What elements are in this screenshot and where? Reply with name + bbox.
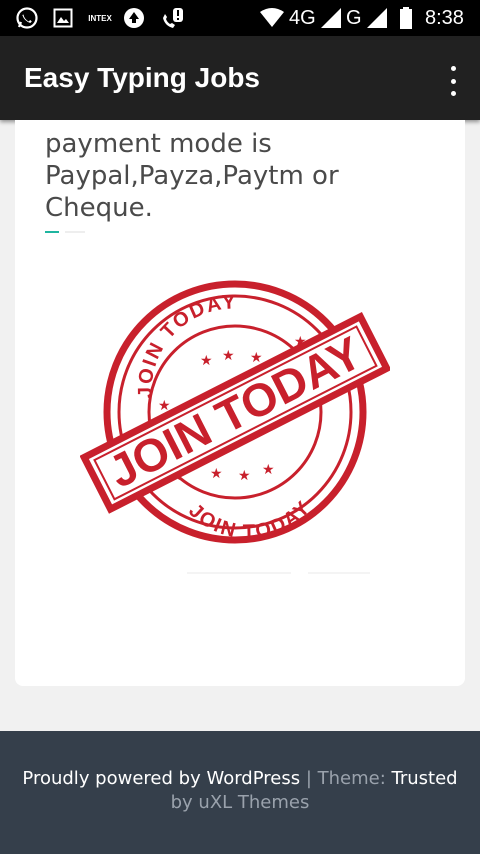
theme-link[interactable]: Trusted [391,768,457,789]
faint-line [187,572,291,574]
network-g-label: G [346,7,362,29]
footer-credits: Proudly powered by WordPress | Theme: Tr… [0,767,480,791]
gallery-icon [52,6,74,30]
upload-icon [122,6,146,30]
accent-divider [45,231,59,233]
post-paragraph: payment mode is Paypal,Payza,Paytm or Ch… [45,129,339,223]
theme-author[interactable]: by uXL Themes [0,791,480,815]
svg-text:★: ★ [238,468,251,484]
theme-label: Theme: [317,768,392,789]
stamp-center-text: JOIN TODAY [100,326,370,498]
svg-text:★: ★ [200,353,213,369]
signal-icon [320,6,342,30]
intex-icon: INTEX [88,13,112,23]
join-today-stamp: ★★★ ★★★ ★★ ★★ JOIN TODAY JOIN TODAY JOIN… [79,280,392,544]
whatsapp-icon [14,6,40,30]
faint-line-2 [308,572,370,574]
more-vert-icon[interactable] [446,66,460,96]
missed-call-icon [158,6,186,30]
wordpress-link[interactable]: Proudly powered by WordPress [22,768,300,789]
app-bar: Easy Typing Jobs [0,36,480,120]
footer-separator: | [300,768,318,789]
divider-faint [65,231,85,233]
signal-icon-2 [366,6,388,30]
battery-icon [398,6,414,30]
svg-text:★: ★ [262,462,275,478]
network-4g-label: 4G [289,7,316,29]
svg-text:★: ★ [210,466,223,482]
app-title: Easy Typing Jobs [24,62,260,93]
status-bar: INTEX 4G G 8:38 [0,0,480,36]
wifi-icon [258,6,286,30]
svg-text:★: ★ [222,348,235,364]
clock: 8:38 [425,7,464,29]
site-footer: Proudly powered by WordPress | Theme: Tr… [0,731,480,854]
post-card: payment mode is Paypal,Payza,Paytm or Ch… [15,120,465,686]
